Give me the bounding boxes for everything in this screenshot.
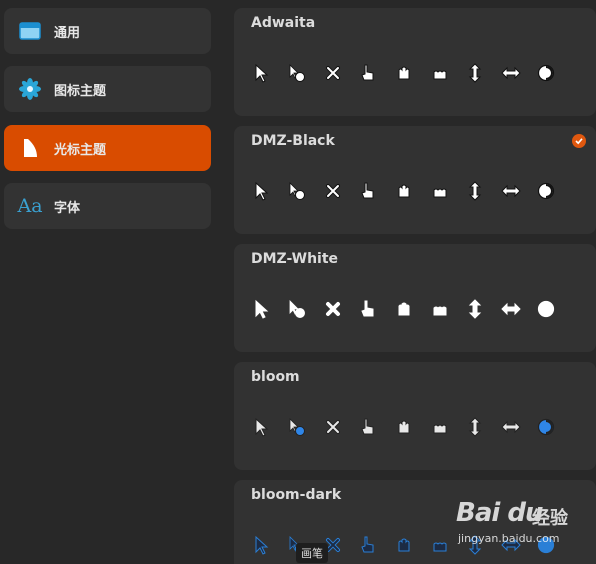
open-hand-icon bbox=[386, 532, 422, 558]
arrow-cursor-icon bbox=[244, 296, 280, 322]
cursor-preview-row bbox=[244, 294, 564, 324]
crosshair-x-icon bbox=[315, 414, 351, 440]
resize-vertical-icon bbox=[457, 178, 493, 204]
watermark-brand: Bai du bbox=[456, 498, 543, 528]
baidu-watermark: Bai du 经验 jingyan.baidu.com bbox=[456, 498, 588, 556]
sidebar-item-label: 通用 bbox=[54, 25, 81, 41]
cursor-preview-row bbox=[244, 412, 564, 442]
theme-name: bloom-dark bbox=[251, 487, 342, 503]
wait-circle-icon bbox=[529, 60, 565, 86]
theme-name: DMZ-Black bbox=[251, 133, 335, 149]
pointing-hand-icon bbox=[351, 178, 387, 204]
theme-name: Adwaita bbox=[251, 15, 316, 31]
sidebar-item-label: 光标主题 bbox=[54, 142, 107, 158]
resize-vertical-icon bbox=[457, 296, 493, 322]
arrow-cursor-icon bbox=[244, 60, 280, 86]
cursor-preview-row bbox=[244, 58, 564, 88]
arrow-cursor-icon bbox=[244, 532, 280, 558]
crosshair-x-icon bbox=[315, 60, 351, 86]
resize-horizontal-icon bbox=[493, 60, 529, 86]
theme-card-dmz-black[interactable]: DMZ-Black bbox=[234, 126, 596, 234]
resize-vertical-icon bbox=[457, 414, 493, 440]
open-hand-icon bbox=[386, 60, 422, 86]
arrow-cursor-icon bbox=[244, 414, 280, 440]
font-icon: Aa bbox=[17, 195, 43, 217]
cursor-preview-row bbox=[244, 176, 564, 206]
sidebar-item-general[interactable]: 通用 bbox=[4, 8, 211, 54]
sidebar: 通用 图标主题 光标主题 Aa 字体 bbox=[0, 0, 222, 564]
grab-hand-icon bbox=[422, 414, 458, 440]
pointing-hand-icon bbox=[351, 532, 387, 558]
pointing-hand-icon bbox=[351, 414, 387, 440]
flower-icon bbox=[18, 77, 42, 101]
grab-hand-icon bbox=[422, 296, 458, 322]
watermark-url: jingyan.baidu.com bbox=[458, 532, 560, 545]
crosshair-x-icon bbox=[315, 296, 351, 322]
pointing-hand-icon bbox=[351, 296, 387, 322]
pointing-hand-icon bbox=[351, 60, 387, 86]
theme-card-dmz-white[interactable]: DMZ-White bbox=[234, 244, 596, 352]
resize-horizontal-icon bbox=[493, 414, 529, 440]
sidebar-item-cursor-theme[interactable]: 光标主题 bbox=[4, 125, 211, 171]
resize-horizontal-icon bbox=[493, 296, 529, 322]
sidebar-item-icon-theme[interactable]: 图标主题 bbox=[4, 66, 211, 112]
open-hand-icon bbox=[386, 296, 422, 322]
cursor-icon bbox=[18, 136, 42, 160]
arrow-cursor-icon bbox=[244, 178, 280, 204]
wait-circle-icon bbox=[529, 296, 565, 322]
grab-hand-icon bbox=[422, 532, 458, 558]
watermark-label: 经验 bbox=[532, 508, 568, 529]
tooltip: 画笔 bbox=[296, 543, 328, 563]
resize-horizontal-icon bbox=[493, 178, 529, 204]
sidebar-item-label: 字体 bbox=[54, 200, 81, 216]
busy-cursor-icon bbox=[280, 60, 316, 86]
wait-circle-icon bbox=[529, 414, 565, 440]
crosshair-x-icon bbox=[315, 178, 351, 204]
open-hand-icon bbox=[386, 414, 422, 440]
grab-hand-icon bbox=[422, 178, 458, 204]
grab-hand-icon bbox=[422, 60, 458, 86]
cursor-theme-list[interactable]: Adwaita DMZ-Black DMZ-White bloom bloom-… bbox=[234, 0, 596, 564]
theme-card-bloom[interactable]: bloom bbox=[234, 362, 596, 470]
busy-cursor-icon bbox=[280, 296, 316, 322]
wait-circle-icon bbox=[529, 178, 565, 204]
sidebar-item-label: 图标主题 bbox=[54, 83, 107, 99]
busy-cursor-icon bbox=[280, 414, 316, 440]
theme-name: bloom bbox=[251, 369, 300, 385]
selected-check-icon bbox=[572, 134, 586, 148]
open-hand-icon bbox=[386, 178, 422, 204]
busy-cursor-icon bbox=[280, 178, 316, 204]
resize-vertical-icon bbox=[457, 60, 493, 86]
sidebar-item-font[interactable]: Aa 字体 bbox=[4, 183, 211, 229]
window-icon bbox=[18, 19, 42, 43]
theme-name: DMZ-White bbox=[251, 251, 339, 267]
theme-card-adwaita[interactable]: Adwaita bbox=[234, 8, 596, 116]
